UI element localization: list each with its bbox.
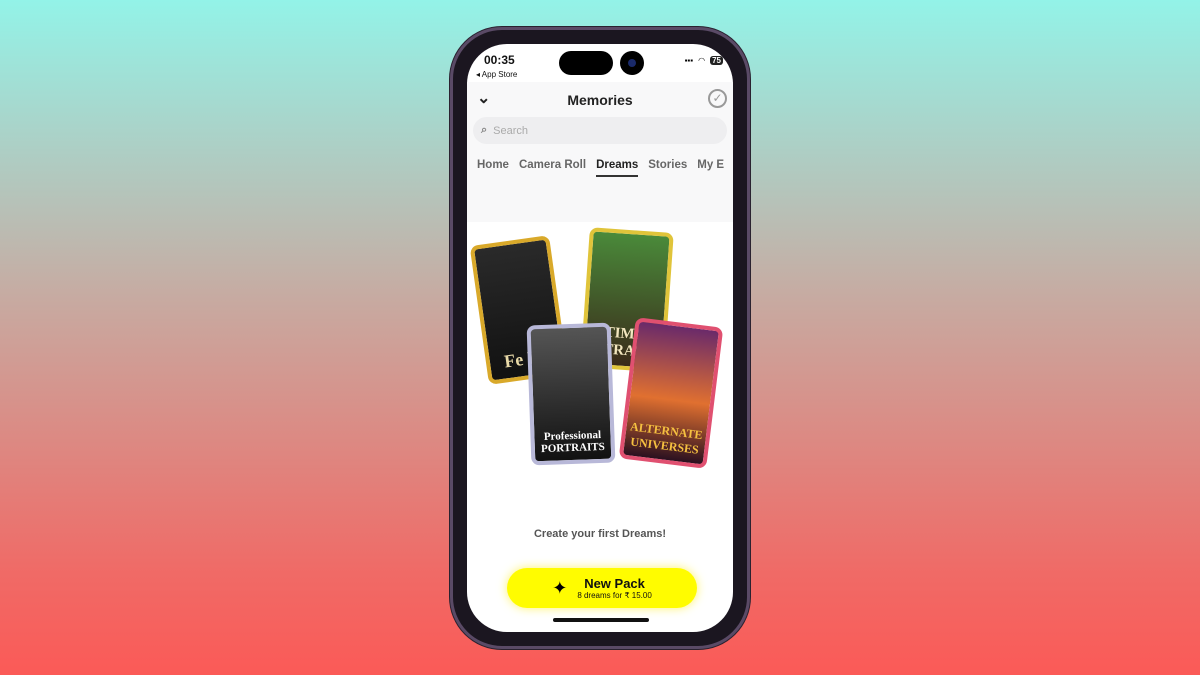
dream-card-alternate-universes: ALTERNATE UNIVERSES xyxy=(618,317,724,469)
tab-my-eyes[interactable]: My E xyxy=(697,159,724,177)
select-check-icon[interactable]: ✓ xyxy=(708,89,727,108)
dynamic-island xyxy=(559,51,613,75)
battery-icon: 75 xyxy=(710,56,723,65)
search-placeholder: Search xyxy=(493,124,529,137)
new-pack-price: 8 dreams for ₹ 15.00 xyxy=(577,591,652,600)
tab-bar: Home Camera Roll Dreams Stories My E xyxy=(477,159,724,177)
empty-state-message: Create your first Dreams! xyxy=(533,528,667,540)
tab-dreams[interactable]: Dreams xyxy=(596,159,639,177)
signal-icon: ▪▪▪ xyxy=(684,56,694,65)
page-title: Memories xyxy=(567,92,633,108)
status-icons: ▪▪▪ ◠ 75 xyxy=(685,56,723,65)
tab-home[interactable]: Home xyxy=(477,159,509,177)
camera xyxy=(620,51,644,75)
tab-stories[interactable]: Stories xyxy=(648,159,687,177)
status-time: 00:35 xyxy=(484,53,515,67)
phone-frame: 00:35 ◂ App Store ▪▪▪ ◠ 75 ⌄ Memories ✓ … xyxy=(450,27,750,649)
sparkles-icon: ✦ xyxy=(552,577,568,598)
wifi-icon: ◠ xyxy=(698,56,706,65)
new-pack-title: New Pack xyxy=(584,576,645,591)
back-to-app-store[interactable]: ◂ App Store xyxy=(476,70,517,79)
dream-card-professional-portraits: Professional PORTRAITS xyxy=(526,322,616,466)
new-pack-button[interactable]: ✦ New Pack 8 dreams for ₹ 15.00 xyxy=(507,568,697,608)
home-indicator[interactable] xyxy=(553,618,649,622)
search-input[interactable]: ⌕ Search xyxy=(473,117,727,144)
search-icon: ⌕ xyxy=(481,124,488,136)
tab-camera-roll[interactable]: Camera Roll xyxy=(519,159,586,177)
screen: 00:35 ◂ App Store ▪▪▪ ◠ 75 ⌄ Memories ✓ … xyxy=(467,44,733,632)
